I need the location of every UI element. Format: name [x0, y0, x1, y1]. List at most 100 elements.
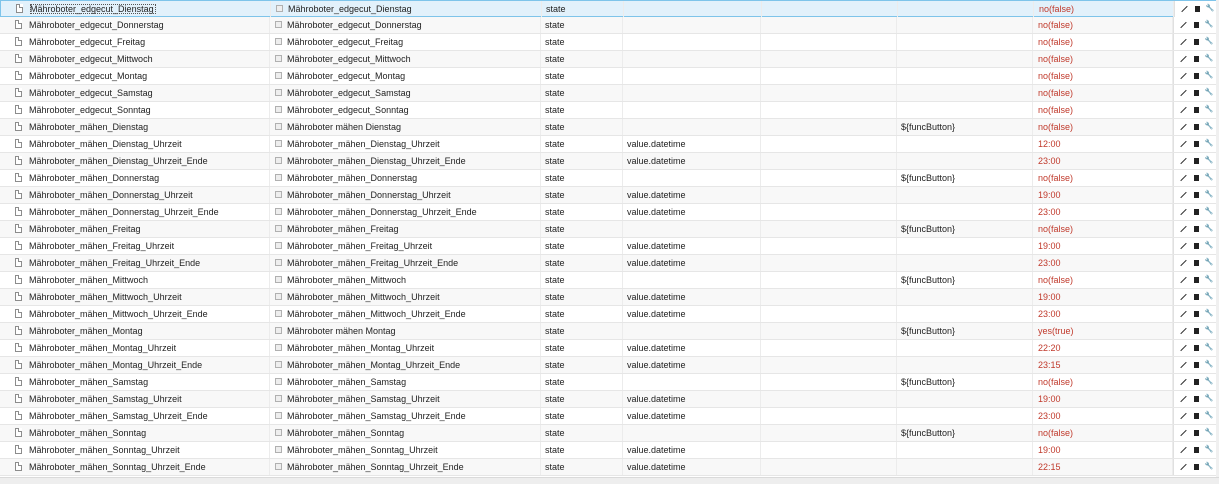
table-row[interactable]: Mähroboter_edgecut_Donnerstag Mähroboter_…	[0, 17, 1219, 34]
table-row[interactable]: Mähroboter_mähen_Dienstag_Uhrzeit_Ende Mä…	[0, 153, 1219, 170]
value-cell[interactable]: 22:20	[1033, 340, 1173, 356]
name-cell[interactable]: Mähroboter_mähen_Freitag_Uhrzeit_Ende	[270, 255, 541, 271]
wrench-icon[interactable]: 🔧	[1204, 122, 1214, 132]
id-cell[interactable]: Mähroboter_mähen_Samstag	[0, 374, 270, 390]
name-cell[interactable]: Mähroboter_edgecut_Montag	[270, 68, 541, 84]
value-cell[interactable]: 19:00	[1033, 391, 1173, 407]
table-row[interactable]: Mähroboter_mähen_Mittwoch_Uhrzeit Mährobo…	[0, 289, 1219, 306]
table-row[interactable]: Mähroboter_edgecut_Samstag Mähroboter_edg…	[0, 85, 1219, 102]
value-cell[interactable]: no(false)	[1033, 51, 1173, 67]
value-cell[interactable]: 12:00	[1033, 136, 1173, 152]
trash-icon[interactable]	[1191, 292, 1201, 302]
trash-icon[interactable]	[1191, 88, 1201, 98]
value-cell[interactable]: no(false)	[1033, 68, 1173, 84]
pencil-icon[interactable]	[1178, 309, 1188, 319]
id-cell[interactable]: Mähroboter_mähen_Donnerstag_Uhrzeit_Ende	[0, 204, 270, 220]
name-cell[interactable]: Mähroboter_mähen_Freitag	[270, 221, 541, 237]
pencil-icon[interactable]	[1178, 377, 1188, 387]
value-cell[interactable]: no(false)	[1033, 425, 1173, 441]
trash-icon[interactable]	[1191, 445, 1201, 455]
name-cell[interactable]: Mähroboter_mähen_Donnerstag	[270, 170, 541, 186]
id-cell[interactable]: Mähroboter_mähen_Sonntag_Uhrzeit_Ende	[0, 459, 270, 475]
pencil-icon[interactable]	[1178, 207, 1188, 217]
id-cell[interactable]: Mähroboter_mähen_Montag	[0, 323, 270, 339]
name-cell[interactable]: Mähroboter_mähen_Mittwoch_Uhrzeit	[270, 289, 541, 305]
name-cell[interactable]: Mähroboter_edgecut_Dienstag	[271, 1, 542, 17]
value-cell[interactable]: 23:00	[1033, 153, 1173, 169]
value-cell[interactable]: 19:00	[1033, 187, 1173, 203]
pencil-icon[interactable]	[1178, 156, 1188, 166]
value-cell[interactable]: 22:15	[1033, 459, 1173, 475]
trash-icon[interactable]	[1191, 343, 1201, 353]
trash-icon[interactable]	[1191, 173, 1201, 183]
trash-icon[interactable]	[1191, 462, 1201, 472]
value-cell[interactable]: no(false)	[1033, 34, 1173, 50]
id-cell[interactable]: Mähroboter_mähen_Donnerstag_Uhrzeit	[0, 187, 270, 203]
id-cell[interactable]: Mähroboter_mähen_Dienstag	[0, 119, 270, 135]
trash-icon[interactable]	[1191, 156, 1201, 166]
table-row[interactable]: Mähroboter_mähen_Dienstag_Uhrzeit Mährobo…	[0, 136, 1219, 153]
wrench-icon[interactable]: 🔧	[1204, 411, 1214, 421]
wrench-icon[interactable]: 🔧	[1204, 360, 1214, 370]
table-row[interactable]: Mähroboter_mähen_Donnerstag_Uhrzeit_Ende…	[0, 204, 1219, 221]
table-row[interactable]: Mähroboter_mähen_Freitag Mähroboter_mähen…	[0, 221, 1219, 238]
table-row[interactable]: Mähroboter_mähen_Montag_Uhrzeit Mährobote…	[0, 340, 1219, 357]
table-row[interactable]: Mähroboter_mähen_Samstag Mähroboter_mähen…	[0, 374, 1219, 391]
table-row[interactable]: Mähroboter_mähen_Sonntag_Uhrzeit_Ende Mäh…	[0, 459, 1219, 476]
table-row[interactable]: Mähroboter_mähen_Samstag_Uhrzeit Mährobot…	[0, 391, 1219, 408]
wrench-icon[interactable]: 🔧	[1204, 445, 1214, 455]
name-cell[interactable]: Mähroboter_edgecut_Donnerstag	[270, 17, 541, 33]
value-cell[interactable]: no(false)	[1033, 221, 1173, 237]
value-cell[interactable]: 19:00	[1033, 238, 1173, 254]
pencil-icon[interactable]	[1178, 394, 1188, 404]
value-cell[interactable]: 23:00	[1033, 255, 1173, 271]
name-cell[interactable]: Mähroboter_mähen_Samstag	[270, 374, 541, 390]
id-cell[interactable]: Mähroboter_mähen_Dienstag_Uhrzeit	[0, 136, 270, 152]
wrench-icon[interactable]: 🔧	[1204, 224, 1214, 234]
id-cell[interactable]: Mähroboter_mähen_Freitag	[0, 221, 270, 237]
pencil-icon[interactable]	[1178, 292, 1188, 302]
id-cell[interactable]: Mähroboter_mähen_Montag_Uhrzeit_Ende	[0, 357, 270, 373]
name-cell[interactable]: Mähroboter_mähen_Samstag_Uhrzeit_Ende	[270, 408, 541, 424]
table-row[interactable]: Mähroboter_mähen_Mittwoch Mähroboter_mähe…	[0, 272, 1219, 289]
pencil-icon[interactable]	[1178, 241, 1188, 251]
wrench-icon[interactable]: 🔧	[1204, 326, 1214, 336]
name-cell[interactable]: Mähroboter_edgecut_Samstag	[270, 85, 541, 101]
pencil-icon[interactable]	[1178, 20, 1188, 30]
wrench-icon[interactable]: 🔧	[1204, 241, 1214, 251]
value-cell[interactable]: yes(true)	[1033, 323, 1173, 339]
trash-icon[interactable]	[1191, 20, 1201, 30]
wrench-icon[interactable]: 🔧	[1204, 54, 1214, 64]
pencil-icon[interactable]	[1178, 428, 1188, 438]
name-cell[interactable]: Mähroboter_mähen_Freitag_Uhrzeit	[270, 238, 541, 254]
pencil-icon[interactable]	[1178, 462, 1188, 472]
trash-icon[interactable]	[1191, 122, 1201, 132]
value-cell[interactable]: no(false)	[1033, 272, 1173, 288]
table-row[interactable]: Mähroboter_mähen_Donnerstag Mähroboter_mä…	[0, 170, 1219, 187]
value-cell[interactable]: 23:00	[1033, 204, 1173, 220]
value-cell[interactable]: no(false)	[1033, 119, 1173, 135]
name-cell[interactable]: Mähroboter_mähen_Montag_Uhrzeit	[270, 340, 541, 356]
id-cell[interactable]: Mähroboter_edgecut_Mittwoch	[0, 51, 270, 67]
pencil-icon[interactable]	[1178, 190, 1188, 200]
id-cell[interactable]: Mähroboter_mähen_Freitag_Uhrzeit_Ende	[0, 255, 270, 271]
table-row[interactable]: Mähroboter_mähen_Sonntag_Uhrzeit Mährobot…	[0, 442, 1219, 459]
id-cell[interactable]: Mähroboter_edgecut_Donnerstag	[0, 17, 270, 33]
pencil-icon[interactable]	[1179, 4, 1189, 14]
trash-icon[interactable]	[1192, 4, 1202, 14]
trash-icon[interactable]	[1191, 275, 1201, 285]
id-cell[interactable]: Mähroboter_mähen_Mittwoch_Uhrzeit	[0, 289, 270, 305]
trash-icon[interactable]	[1191, 258, 1201, 268]
name-cell[interactable]: Mähroboter_mähen_Montag_Uhrzeit_Ende	[270, 357, 541, 373]
pencil-icon[interactable]	[1178, 122, 1188, 132]
pencil-icon[interactable]	[1178, 326, 1188, 336]
trash-icon[interactable]	[1191, 377, 1201, 387]
table-row[interactable]: Mähroboter_edgecut_Sonntag Mähroboter_edg…	[0, 102, 1219, 119]
pencil-icon[interactable]	[1178, 411, 1188, 421]
id-cell[interactable]: Mähroboter_mähen_Dienstag_Uhrzeit_Ende	[0, 153, 270, 169]
trash-icon[interactable]	[1191, 428, 1201, 438]
table-row[interactable]: Mähroboter_edgecut_Freitag Mähroboter_edg…	[0, 34, 1219, 51]
trash-icon[interactable]	[1191, 224, 1201, 234]
table-row[interactable]: Mähroboter_mähen_Freitag_Uhrzeit_Ende Mäh…	[0, 255, 1219, 272]
trash-icon[interactable]	[1191, 394, 1201, 404]
